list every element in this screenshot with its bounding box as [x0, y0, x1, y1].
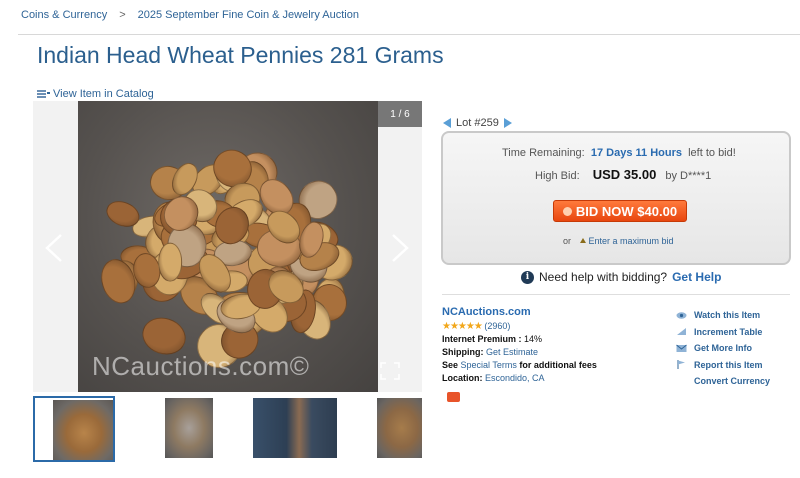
max-bid-row: or Enter a maximum bid — [563, 236, 674, 246]
flag-icon — [676, 360, 687, 370]
get-help-link[interactable]: Get Help — [672, 270, 721, 284]
high-bid-bidder: by D****1 — [665, 170, 712, 182]
chevron-right-icon — [392, 234, 409, 262]
view-catalog-link[interactable]: View Item in Catalog — [37, 88, 154, 100]
increment-table-label: Increment Table — [694, 326, 763, 337]
previous-lot-icon[interactable] — [443, 118, 451, 128]
next-image-button[interactable] — [389, 233, 411, 263]
time-remaining-value: 17 Days 11 Hours — [590, 147, 682, 159]
location-label: Location: — [442, 373, 483, 383]
report-item-label: Report this Item — [694, 359, 763, 370]
convert-currency-label: Convert Currency — [694, 376, 771, 387]
special-terms-link[interactable]: Special Terms — [461, 360, 517, 370]
chevron-left-icon — [45, 234, 62, 262]
time-remaining-suffix: left to bid! — [688, 147, 736, 159]
time-remaining-row: Time Remaining: 17 Days 11 Hours left to… — [502, 147, 736, 159]
bidding-panel: Time Remaining: 17 Days 11 Hours left to… — [441, 131, 791, 265]
thumbnail-strip — [33, 396, 422, 462]
help-divider — [442, 294, 790, 295]
fullscreen-icon[interactable] — [380, 362, 400, 380]
increment-table-link[interactable]: Increment Table — [676, 324, 770, 341]
terms-suffix: for additional fees — [519, 360, 597, 370]
seller-info: NCAuctions.com ★★★★★ (2960) Internet Pre… — [442, 306, 597, 385]
arrow-up-icon — [579, 238, 586, 243]
thumbnail-4[interactable] — [377, 396, 422, 462]
help-text: Need help with bidding? — [539, 270, 668, 284]
chart-icon — [676, 327, 687, 336]
shipping-estimate-link[interactable]: Get Estimate — [486, 347, 538, 357]
image-gallery: NCauctions.com© 1 / 6 — [33, 101, 422, 392]
breadcrumb-coins-currency[interactable]: Coins & Currency — [21, 9, 107, 21]
seller-name-link[interactable]: NCAuctions.com — [442, 306, 531, 318]
main-photo[interactable]: NCauctions.com© — [78, 101, 378, 392]
breadcrumb: Coins & Currency > 2025 September Fine C… — [21, 9, 359, 21]
max-bid-link[interactable]: Enter a maximum bid — [589, 236, 674, 246]
shipping-label: Shipping: — [442, 347, 484, 357]
get-more-info-label: Get More Info — [694, 343, 752, 354]
high-bid-amount: USD 35.00 — [592, 167, 657, 182]
report-item-link[interactable]: Report this Item — [676, 357, 770, 374]
thumbnail-1[interactable] — [33, 396, 115, 462]
internet-premium-value: 14% — [524, 334, 543, 344]
lot-navigation: Lot #259 — [443, 117, 512, 129]
watch-item-label: Watch this Item — [694, 310, 761, 321]
coin-pile-image — [88, 131, 373, 377]
eye-icon — [676, 311, 687, 320]
item-actions: Watch this Item Increment Table Get More… — [676, 307, 770, 390]
location-link[interactable]: Escondido, CA — [485, 373, 545, 383]
image-counter: 1 / 6 — [378, 101, 422, 127]
prev-image-button[interactable] — [43, 233, 65, 263]
thumbnail-3[interactable] — [253, 396, 337, 462]
convert-currency-link[interactable]: Convert Currency — [676, 373, 770, 390]
info-icon: i — [521, 270, 534, 284]
gavel-icon — [562, 206, 572, 216]
page-title: Indian Head Wheat Pennies 281 Grams — [37, 42, 444, 68]
bidding-help: i Need help with bidding? Get Help — [521, 270, 721, 284]
photo-watermark: NCauctions.com© — [92, 351, 310, 381]
breadcrumb-separator: > — [119, 9, 126, 21]
seller-rating-count[interactable]: (2960) — [484, 321, 510, 331]
list-icon — [37, 90, 50, 98]
lot-number: Lot #259 — [456, 117, 499, 129]
bid-now-label: BID NOW $40.00 — [575, 203, 678, 219]
seller-badge-icon — [447, 392, 460, 402]
time-remaining-label: Time Remaining: — [502, 147, 585, 159]
high-bid-row: High Bid: USD 35.00 by D****1 — [535, 167, 711, 182]
high-bid-label: High Bid: — [535, 170, 580, 182]
coin-shape — [158, 242, 183, 282]
bid-now-button[interactable]: BID NOW $40.00 — [553, 200, 687, 222]
mail-icon — [676, 344, 687, 353]
terms-prefix: See — [442, 360, 459, 370]
watch-item-link[interactable]: Watch this Item — [676, 307, 770, 324]
breadcrumb-auction[interactable]: 2025 September Fine Coin & Jewelry Aucti… — [138, 9, 359, 21]
seller-rating-stars: ★★★★★ — [442, 321, 483, 332]
header-divider — [18, 34, 800, 35]
internet-premium-label: Internet Premium : — [442, 334, 522, 344]
thumbnail-2[interactable] — [165, 396, 213, 462]
or-label: or — [563, 236, 572, 246]
next-lot-icon[interactable] — [503, 118, 512, 128]
view-catalog-label: View Item in Catalog — [53, 88, 154, 100]
get-more-info-link[interactable]: Get More Info — [676, 340, 770, 357]
